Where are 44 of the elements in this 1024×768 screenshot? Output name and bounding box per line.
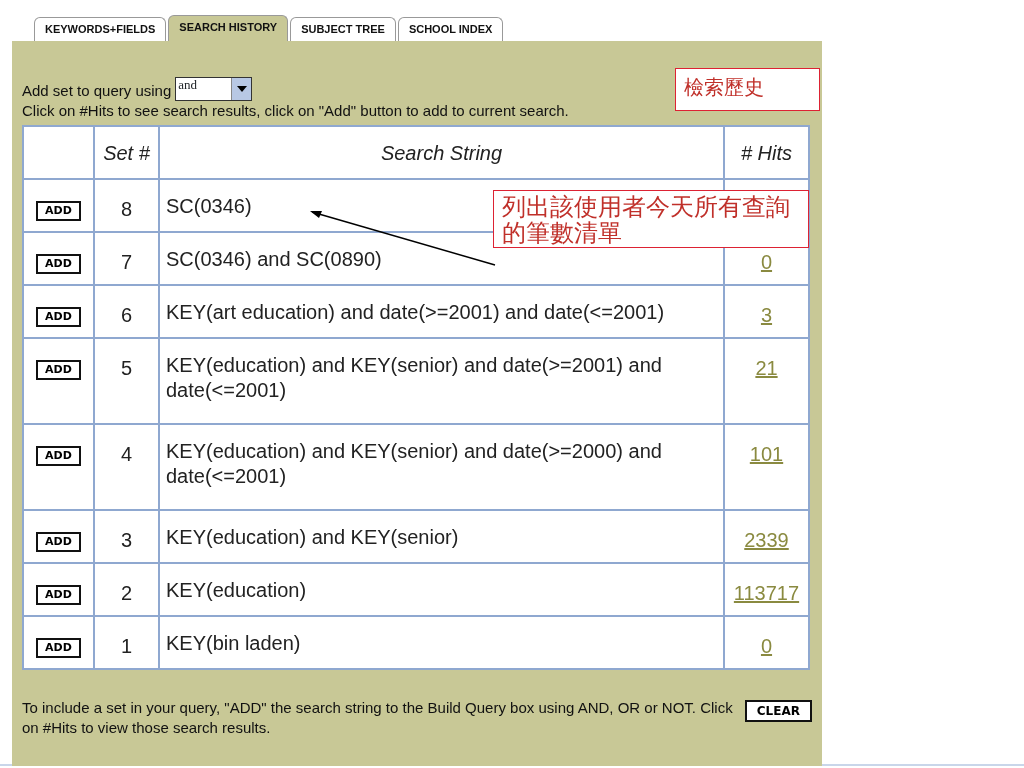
search-string: KEY(bin laden) (166, 632, 301, 654)
add-button[interactable]: ADD (36, 307, 81, 327)
search-string: KEY(art education) and date(>=2001) and date(<=2001) (166, 301, 665, 323)
set-number: 4 (120, 443, 133, 465)
operator-dropdown[interactable]: and (175, 77, 253, 101)
add-button[interactable]: ADD (36, 201, 81, 221)
clear-button[interactable]: CLEAR (744, 700, 812, 722)
tab[interactable]: SUBJECT TREE (290, 17, 396, 41)
set-number: 3 (120, 529, 133, 551)
search-string: KEY(education) and KEY(senior) and date(>=2001) and date(<=2001) (166, 354, 662, 401)
hits-link[interactable]: 3 (760, 304, 773, 326)
hits-link[interactable]: 21 (755, 357, 778, 379)
set-number: 7 (120, 251, 133, 273)
add-button[interactable]: ADD (36, 638, 81, 658)
instructions-text: Click on #Hits to see search results, click on "Add" button to add to current search. (22, 101, 570, 121)
dropdown-arrow-icon (236, 86, 247, 92)
set-number: 8 (120, 198, 133, 220)
add-button[interactable]: ADD (36, 532, 81, 552)
add-button[interactable]: ADD (36, 254, 81, 274)
column-header: Search String (380, 141, 503, 164)
hits-link[interactable]: 0 (760, 251, 773, 273)
column-header: Set # (103, 141, 150, 164)
callout-note: 檢索歷史 (675, 68, 820, 111)
set-number: 2 (120, 582, 133, 604)
tab[interactable]: KEYWORDS+FIELDS (34, 17, 167, 41)
add-button[interactable]: ADD (36, 585, 81, 605)
callout-note: 列出該使用者今天所有查詢的筆數清單 (493, 190, 809, 248)
search-string: SC(0346) and SC(0890) (166, 248, 382, 270)
hits-link[interactable]: 0 (760, 635, 773, 657)
column-header: # Hits (740, 141, 793, 164)
footer-text: To include a set in your query, "ADD" the search string to the Build Query box using AND, OR or NOT. Click on #Hits to view those search results. (22, 698, 734, 738)
set-number: 6 (120, 304, 133, 326)
operator-label: Add set to query using (22, 81, 172, 101)
add-button[interactable]: ADD (36, 446, 81, 466)
tab[interactable]: SEARCH HISTORY (168, 15, 289, 41)
hits-link[interactable]: 101 (749, 443, 784, 465)
set-number: 5 (120, 357, 133, 379)
search-string: KEY(education) (166, 579, 307, 601)
search-string: KEY(education) and KEY(senior) (166, 526, 459, 548)
search-string: KEY(education) and KEY(senior) and date(>=2000) and date(<=2001) (166, 440, 662, 487)
tab[interactable]: SCHOOL INDEX (397, 17, 504, 41)
search-string: SC(0346) (166, 195, 252, 217)
set-number: 1 (120, 635, 133, 657)
add-button[interactable]: ADD (36, 360, 81, 380)
